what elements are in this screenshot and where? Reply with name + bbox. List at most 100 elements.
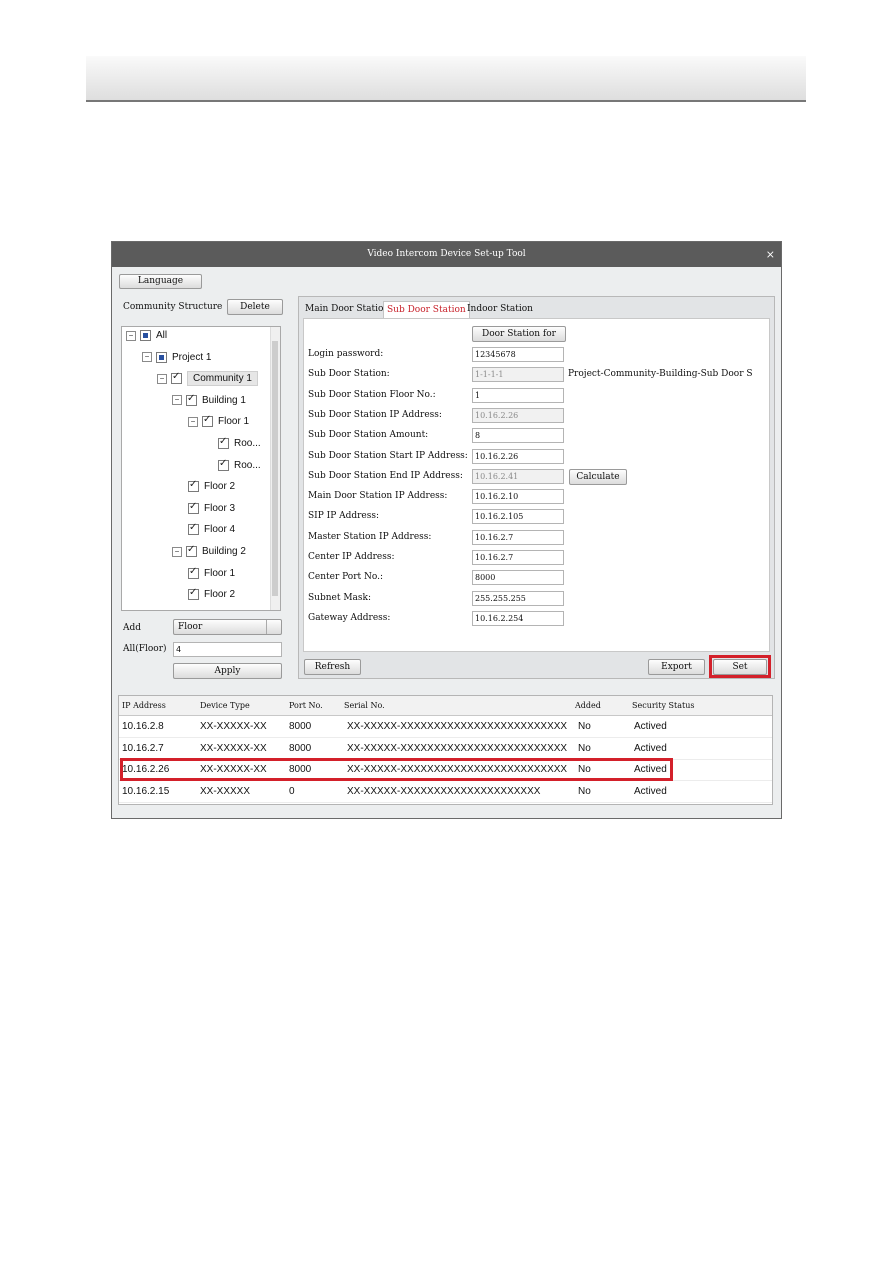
tree-checkbox[interactable] bbox=[202, 414, 213, 428]
community-structure-label: Community Structure bbox=[123, 302, 223, 312]
chevron-down-icon[interactable] bbox=[266, 620, 281, 634]
col-security-status[interactable]: Security Status bbox=[632, 696, 694, 715]
form-field-input[interactable]: 10.16.2.105 bbox=[472, 509, 564, 525]
all-floor-input[interactable]: 4 bbox=[173, 642, 282, 657]
tree-node[interactable]: − All bbox=[126, 330, 167, 341]
tree-checkbox[interactable] bbox=[156, 351, 167, 363]
tree-checkbox[interactable] bbox=[188, 479, 199, 493]
col-added[interactable]: Added bbox=[575, 696, 601, 715]
tab-indoor-station[interactable]: Indoor Station bbox=[464, 301, 536, 318]
tree-node[interactable]: Floor 3 bbox=[188, 501, 235, 514]
tree-node[interactable]: Floor 2 bbox=[188, 587, 235, 601]
form-field-input[interactable]: 8 bbox=[472, 428, 564, 444]
form-field-input: 10.16.2.26 bbox=[472, 407, 564, 423]
collapse-icon[interactable]: − bbox=[172, 546, 182, 557]
tree-node-label: Roo... bbox=[234, 438, 261, 449]
col-device-type[interactable]: Device Type bbox=[200, 696, 250, 715]
tree-checkbox[interactable] bbox=[218, 458, 229, 471]
tree-checkbox[interactable] bbox=[171, 371, 182, 385]
table-row[interactable]: 10.16.2.15 XX-XXXXX 0 XX-XXXXX-XXXXXXXXXXXX… bbox=[119, 781, 772, 803]
form-field-input[interactable]: 10.16.2.10 bbox=[472, 489, 564, 505]
table-cell: Actived bbox=[634, 742, 667, 754]
form-field-input[interactable]: 10.16.2.7 bbox=[472, 550, 564, 565]
tree-node-label: Building 1 bbox=[202, 394, 246, 406]
calculate-button[interactable]: Calculate bbox=[569, 469, 627, 485]
tree-node[interactable]: Floor 2 bbox=[188, 479, 236, 493]
tree-checkbox[interactable] bbox=[188, 501, 199, 514]
table-cell: No bbox=[578, 742, 591, 754]
table-cell: XX-XXXXX-XXXXXXXXXXXXXXXXXXXXXXXXX bbox=[347, 742, 568, 754]
tree-checkbox[interactable] bbox=[140, 330, 151, 341]
form-field-label: Sub Door Station Amount: bbox=[308, 430, 429, 441]
form-field-label: Sub Door Station Start IP Address: bbox=[308, 450, 468, 461]
table-cell: 0 bbox=[289, 785, 295, 797]
tree-node[interactable]: Floor 1 bbox=[188, 566, 236, 579]
tree-node-label: Floor 2 bbox=[204, 481, 236, 493]
tab-main-door-station[interactable]: Main Door Station bbox=[302, 301, 392, 318]
community-tree[interactable]: −All−Project 1−Community 1−Building 1−Fl… bbox=[121, 326, 281, 611]
tree-checkbox[interactable] bbox=[188, 522, 199, 536]
row-highlight bbox=[120, 758, 673, 781]
table-row[interactable]: 10.16.2.7 XX-XXXXX-XX 8000 XX-XXXXX-XXXXXXX… bbox=[119, 738, 772, 760]
language-button[interactable]: Language bbox=[119, 274, 202, 289]
form-field-label: Center Port No.: bbox=[308, 572, 384, 583]
table-cell: No bbox=[578, 721, 591, 732]
form-field-input[interactable]: 8000 bbox=[472, 570, 564, 586]
table-cell: Actived bbox=[634, 721, 667, 732]
tree-node[interactable]: − Project 1 bbox=[142, 351, 212, 363]
tree-node[interactable]: − Building 1 bbox=[172, 393, 246, 406]
refresh-button[interactable]: Refresh bbox=[304, 659, 361, 675]
tree-node[interactable]: − Floor 1 bbox=[188, 414, 249, 428]
delete-button[interactable]: Delete bbox=[227, 299, 283, 315]
form-field-label: Sub Door Station End IP Address: bbox=[308, 470, 463, 481]
door-station-for-button[interactable]: Door Station for bbox=[472, 326, 566, 342]
tree-node[interactable]: − Community 1 bbox=[157, 371, 258, 387]
form-field-input[interactable]: 10.16.2.26 bbox=[472, 448, 564, 464]
tree-node[interactable]: Roo... bbox=[218, 436, 261, 449]
form-field-input[interactable]: 12345678 bbox=[472, 347, 564, 362]
table-cell: XX-XXXXX-XX bbox=[200, 742, 267, 754]
tree-node-label: Floor 4 bbox=[204, 524, 236, 536]
all-floor-label: All(Floor) bbox=[123, 644, 167, 654]
station-settings-panel: Main Door Station Sub Door Station Indoo… bbox=[298, 296, 775, 679]
col-ip-address[interactable]: IP Address bbox=[122, 696, 166, 715]
page-header-band bbox=[86, 56, 806, 102]
sub-door-station-form: Door Station for Login password: 12345678… bbox=[303, 318, 770, 652]
form-field-input[interactable]: 10.16.2.254 bbox=[472, 610, 564, 626]
form-field-label: Gateway Address: bbox=[308, 612, 391, 623]
tree-node[interactable]: Floor 4 bbox=[188, 522, 236, 536]
collapse-icon[interactable]: − bbox=[188, 416, 198, 427]
tree-node[interactable]: − Building 2 bbox=[172, 544, 246, 557]
tree-node-label: Roo... bbox=[234, 459, 261, 471]
tree-checkbox[interactable] bbox=[188, 587, 199, 601]
table-row[interactable]: 10.16.2.8 XX-XXXXX-XX 8000 XX-XXXXX-XXXXXXX… bbox=[119, 716, 772, 738]
form-field-input[interactable]: 255.255.255 bbox=[472, 590, 564, 606]
tree-checkbox[interactable] bbox=[186, 544, 197, 557]
add-type-select[interactable]: Floor bbox=[173, 619, 282, 635]
collapse-icon[interactable]: − bbox=[126, 330, 136, 341]
form-field-input[interactable]: 10.16.2.7 bbox=[472, 529, 564, 545]
tree-checkbox[interactable] bbox=[188, 566, 199, 579]
window-titlebar: Video Intercom Device Set-up Tool × bbox=[112, 242, 781, 267]
form-field-label: SIP IP Address: bbox=[308, 511, 380, 522]
col-port-no[interactable]: Port No. bbox=[289, 696, 323, 715]
collapse-icon[interactable]: − bbox=[172, 395, 182, 406]
tree-scrollbar[interactable] bbox=[270, 327, 280, 610]
tree-checkbox[interactable] bbox=[218, 436, 229, 449]
collapse-icon[interactable]: − bbox=[142, 352, 152, 363]
tree-checkbox[interactable] bbox=[186, 393, 197, 406]
app-window: Video Intercom Device Set-up Tool × Lang… bbox=[111, 241, 782, 819]
tree-node[interactable]: Roo... bbox=[218, 458, 261, 471]
tree-node-label: Community 1 bbox=[187, 371, 258, 387]
export-button[interactable]: Export bbox=[648, 659, 705, 675]
tree-scrollbar-thumb[interactable] bbox=[272, 341, 278, 596]
tab-sub-door-station[interactable]: Sub Door Station bbox=[383, 301, 470, 319]
apply-button[interactable]: Apply bbox=[173, 663, 282, 679]
close-icon[interactable]: × bbox=[766, 242, 775, 267]
tree-node-label: Project 1 bbox=[172, 351, 212, 363]
form-field-input[interactable]: 1 bbox=[472, 387, 564, 403]
collapse-icon[interactable]: − bbox=[157, 373, 167, 384]
tree-node-label: Floor 1 bbox=[204, 567, 236, 579]
form-field-label: Sub Door Station: bbox=[308, 369, 390, 380]
col-serial-no[interactable]: Serial No. bbox=[344, 696, 385, 715]
